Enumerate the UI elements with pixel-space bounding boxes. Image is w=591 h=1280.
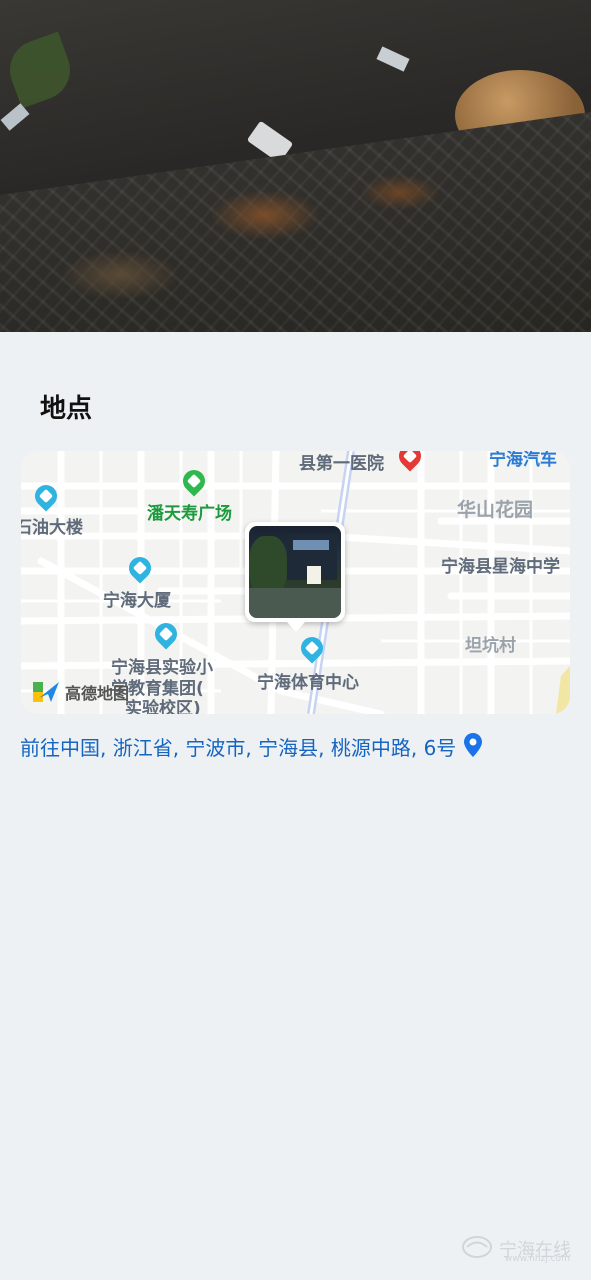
map-label-sports: 宁海体育中心 <box>257 673 359 693</box>
map-label-hospital: 县第一医院 <box>299 454 384 474</box>
location-map[interactable]: 县第一医院 宁海汽车 潘天寿广场 华山花园 石油大楼 宁海县星海中学 宁海大厦 … <box>21 451 570 714</box>
photo-preview[interactable] <box>0 0 591 332</box>
location-section-title: 地点 <box>40 394 93 424</box>
watermark: 宁海在线 www.nhzj.com <box>461 1234 571 1264</box>
address-text[interactable]: 前往中国, 浙江省, 宁波市, 宁海县, 桃源中路, 6号 <box>20 732 456 761</box>
photo-thumbnail <box>249 526 341 618</box>
rust-spot <box>60 250 180 300</box>
litter-paper-left <box>0 103 30 131</box>
rust-spot <box>360 175 440 210</box>
map-label-oil: 石油大楼 <box>21 518 83 538</box>
leaf-shape <box>1 31 79 109</box>
amap-logo-icon <box>33 680 61 704</box>
rust-spot <box>210 190 320 240</box>
location-pin-icon[interactable] <box>464 732 483 761</box>
map-label-plaza: 潘天寿广场 <box>147 504 232 524</box>
map-label-dasha: 宁海大厦 <box>103 591 171 611</box>
map-label-school-line3: 实验校区) <box>125 699 201 714</box>
litter-paper <box>376 46 410 72</box>
map-provider-logo: 高德地图 <box>33 680 129 704</box>
watermark-logo-icon <box>461 1234 493 1264</box>
map-label-auto: 宁海汽车 <box>489 451 557 470</box>
map-label-xinghai: 宁海县星海中学 <box>441 557 560 577</box>
map-label-tankeng: 坦坑村 <box>465 636 516 656</box>
map-provider-name: 高德地图 <box>65 684 130 703</box>
watermark-url: www.nhzj.com <box>505 1254 570 1264</box>
map-label-huashan: 华山花园 <box>457 499 534 521</box>
photo-location-marker[interactable] <box>245 522 345 632</box>
navigate-address-link[interactable]: 前往中国, 浙江省, 宁波市, 宁海县, 桃源中路, 6号 <box>20 732 483 761</box>
